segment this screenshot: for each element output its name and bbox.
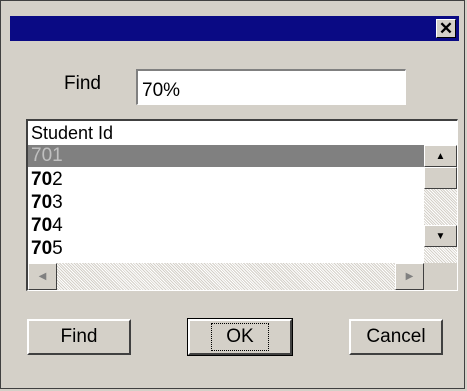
vertical-scrollbar[interactable]: ▲ ▼ — [424, 145, 457, 263]
list-item[interactable]: 702 — [28, 169, 424, 191]
find-label: Find — [64, 73, 101, 94]
list-item-text: 3 — [52, 192, 63, 213]
cancel-button-label: Cancel — [366, 326, 426, 347]
list-item-text: 701 — [31, 145, 63, 166]
scroll-left-button[interactable]: ◀ — [28, 263, 57, 290]
list-item-text: 5 — [52, 238, 63, 259]
horizontal-scrollbar[interactable]: ◀ ▶ — [28, 263, 424, 290]
find-button[interactable]: Find — [27, 319, 131, 355]
list-item[interactable]: 704 — [28, 215, 424, 237]
list-item[interactable]: 705 — [28, 238, 424, 260]
list-item-text: 4 — [52, 215, 63, 236]
list-item[interactable]: 703 — [28, 192, 424, 214]
find-button-label: Find — [60, 326, 98, 347]
list-item-match: 70 — [31, 238, 53, 259]
list-item-match: 70 — [31, 169, 53, 190]
scroll-up-button[interactable]: ▲ — [424, 145, 457, 167]
list-column-header: Student Id — [31, 123, 114, 143]
close-button[interactable]: ✕ — [436, 19, 456, 38]
list-item-match: 70 — [31, 215, 53, 236]
student-list[interactable]: Student Id 701 702 703 704 705 ▲ ▼ ◀ ▶ — [26, 119, 458, 291]
find-dialog: ✕ Find Student Id 701 702 703 704 705 ▲ — [0, 0, 465, 389]
vertical-scroll-thumb[interactable] — [424, 167, 457, 189]
find-input[interactable] — [136, 69, 406, 105]
scroll-right-button[interactable]: ▶ — [395, 263, 424, 290]
triangle-down-icon: ▼ — [435, 230, 446, 242]
list-item-match: 70 — [31, 192, 53, 213]
title-bar: ✕ — [10, 16, 459, 41]
cancel-button[interactable]: Cancel — [349, 319, 443, 355]
triangle-right-icon: ▶ — [405, 271, 414, 282]
triangle-up-icon: ▲ — [435, 150, 446, 162]
scroll-down-button[interactable]: ▼ — [424, 225, 457, 247]
ok-button[interactable]: OK — [187, 318, 293, 356]
close-icon: ✕ — [438, 19, 454, 38]
triangle-left-icon: ◀ — [38, 271, 47, 282]
list-item[interactable]: 701 — [28, 145, 424, 167]
scrollbar-corner — [424, 263, 457, 290]
ok-button-label: OK — [211, 323, 269, 351]
list-item-text: 2 — [52, 169, 63, 190]
